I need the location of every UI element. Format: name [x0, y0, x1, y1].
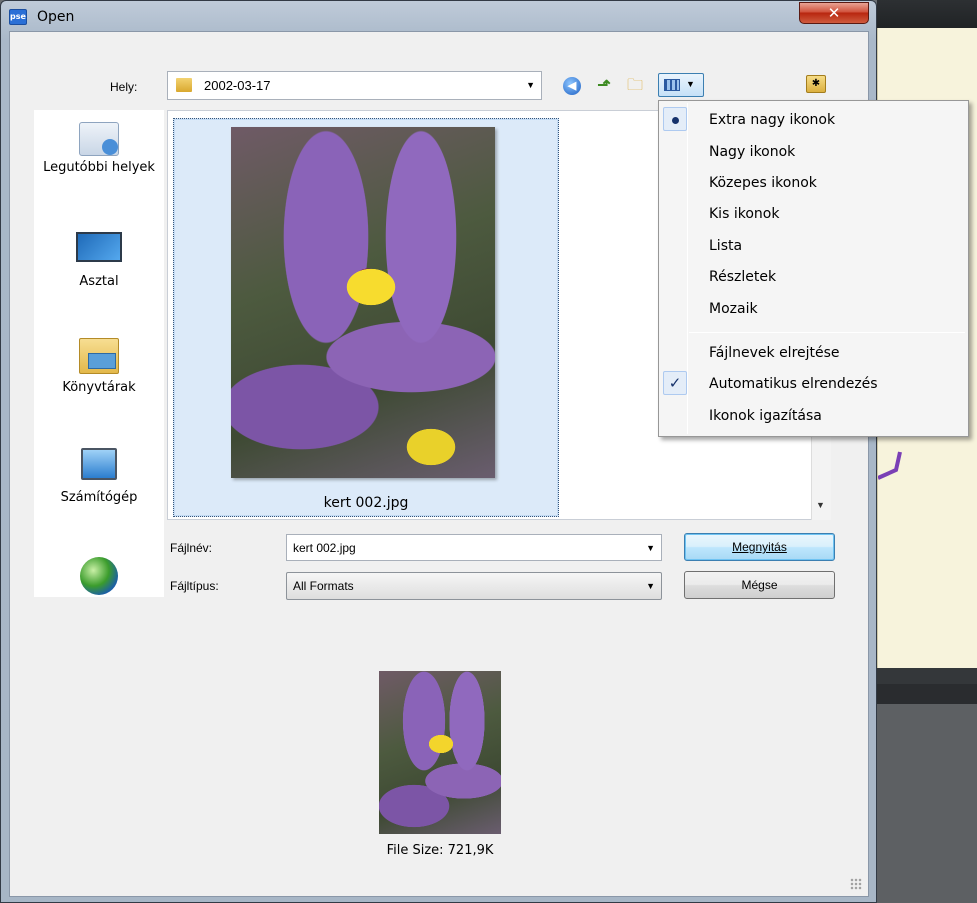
place-recent[interactable]: Legutóbbi helyek — [34, 122, 164, 176]
places-bar: Legutóbbi helyek Asztal Könyvtárak Számí… — [34, 110, 164, 597]
desktop-icon — [76, 232, 122, 262]
filetype-select[interactable]: All Formats ▼ — [286, 572, 662, 600]
menu-item-medium-icons[interactable]: Közepes ikonok — [661, 168, 966, 196]
menu-item-label: Ikonok igazítása — [709, 408, 822, 424]
background-drawing-stroke — [878, 451, 902, 480]
resize-grip-icon[interactable] — [850, 878, 862, 890]
menu-item-hide-filenames[interactable]: Fájlnevek elrejtése — [661, 338, 966, 366]
title-bar[interactable]: pse Open ✕ — [1, 1, 876, 31]
menu-item-label: Közepes ikonok — [709, 175, 817, 191]
open-button[interactable]: Megnyitás — [684, 533, 835, 561]
checkmark-icon: ✓ — [663, 371, 687, 395]
place-desktop[interactable]: Asztal — [34, 232, 164, 290]
scroll-down-icon[interactable]: ▼ — [816, 500, 825, 510]
app-icon: pse — [9, 9, 27, 25]
menu-item-label: Extra nagy ikonok — [709, 112, 836, 128]
menu-item-label: Részletek — [709, 269, 777, 285]
network-icon — [80, 557, 118, 595]
cancel-button[interactable]: Mégse — [684, 571, 835, 599]
menu-item-extra-large-icons[interactable]: Extra nagy ikonok — [661, 105, 966, 133]
menu-item-label: Mozaik — [709, 301, 758, 317]
menu-item-label: Nagy ikonok — [709, 144, 796, 160]
menu-item-label: Kis ikonok — [709, 206, 780, 222]
view-grid-icon — [664, 79, 680, 91]
close-button[interactable]: ✕ — [799, 2, 869, 24]
filename-value: kert 002.jpg — [293, 541, 356, 555]
menu-item-tiles[interactable]: Mozaik — [661, 294, 966, 322]
location-value: 2002-03-17 — [204, 78, 271, 93]
up-folder-icon[interactable]: ⬏ — [594, 76, 614, 96]
filetype-value: All Formats — [293, 579, 354, 593]
chevron-down-icon[interactable]: ▼ — [646, 581, 655, 591]
menu-separator — [689, 332, 965, 333]
window-title: Open — [37, 9, 75, 25]
place-label: Asztal — [79, 274, 119, 289]
folder-icon — [176, 78, 192, 92]
place-network[interactable] — [34, 557, 164, 599]
filetype-label: Fájltípus: — [170, 579, 219, 593]
file-thumbnail[interactable] — [231, 127, 495, 478]
view-menu-button[interactable]: ▼ — [658, 73, 704, 97]
chevron-down-icon[interactable]: ▼ — [526, 80, 535, 90]
location-label: Hely: — [110, 80, 138, 94]
chevron-down-icon: ▼ — [686, 79, 695, 89]
image-preview — [379, 671, 501, 834]
recent-places-icon — [79, 122, 119, 156]
favorites-folder-icon[interactable]: ✱ — [806, 75, 826, 93]
menu-item-label: Automatikus elrendezés — [709, 376, 878, 392]
file-size-text: File Size: 721,9K — [386, 843, 494, 858]
view-menu: Extra nagy ikonok Nagy ikonok Közepes ik… — [658, 100, 969, 437]
computer-icon — [81, 448, 117, 480]
menu-item-list[interactable]: Lista — [661, 231, 966, 259]
menu-item-label: Fájlnevek elrejtése — [709, 345, 840, 361]
menu-item-large-icons[interactable]: Nagy ikonok — [661, 137, 966, 165]
background-panel — [877, 704, 977, 903]
background-panel-bar — [877, 684, 977, 704]
file-item-label: kert 002.jpg — [323, 495, 409, 511]
place-label: Legutóbbi helyek — [43, 160, 155, 175]
place-label: Könyvtárak — [62, 380, 136, 395]
background-panel-header — [877, 668, 977, 684]
menu-item-align-icons[interactable]: Ikonok igazítása — [661, 401, 966, 429]
menu-item-details[interactable]: Részletek — [661, 262, 966, 290]
radio-bullet-icon — [663, 107, 687, 131]
chevron-down-icon[interactable]: ▼ — [646, 543, 655, 553]
menu-item-auto-arrange[interactable]: ✓ Automatikus elrendezés — [661, 369, 966, 397]
place-libraries[interactable]: Könyvtárak — [34, 338, 164, 396]
location-combo[interactable]: 2002-03-17 ▼ — [167, 71, 542, 100]
background-toolbar — [877, 0, 977, 28]
place-label: Számítógép — [60, 490, 138, 505]
new-folder-icon[interactable]: 🗀 — [625, 76, 645, 96]
filename-field[interactable]: kert 002.jpg ▼ — [286, 534, 662, 561]
menu-item-small-icons[interactable]: Kis ikonok — [661, 199, 966, 227]
back-icon[interactable]: ◀ — [563, 77, 581, 95]
place-computer[interactable]: Számítógép — [34, 448, 164, 506]
libraries-icon — [79, 338, 119, 374]
filename-label: Fájlnév: — [170, 541, 213, 555]
menu-item-label: Lista — [709, 238, 743, 254]
